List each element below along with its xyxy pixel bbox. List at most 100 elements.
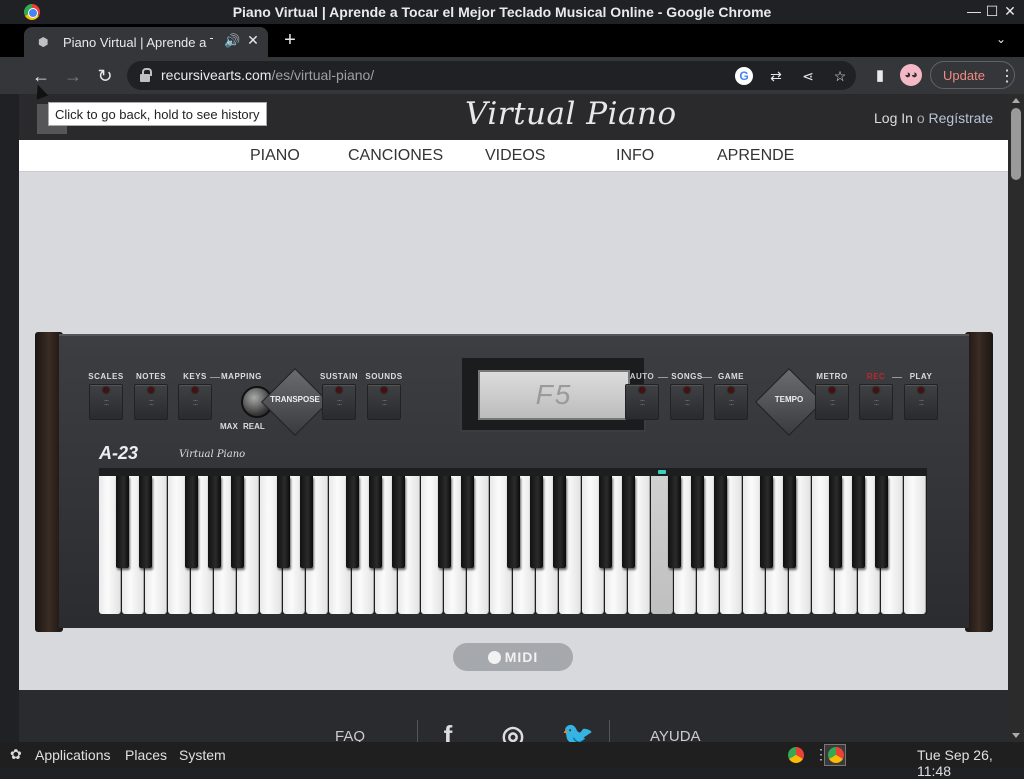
nav-info[interactable]: INFO bbox=[616, 147, 654, 165]
footer-divider bbox=[609, 720, 610, 742]
close-tab-icon[interactable]: ✕ bbox=[245, 32, 261, 50]
tab-strip: ⬢ Piano Virtual | Aprende a Tocar el Mej… bbox=[0, 24, 1024, 57]
songs-control: SONGS bbox=[668, 356, 706, 422]
note-display: F5 bbox=[478, 370, 630, 420]
active-key-marker bbox=[658, 470, 666, 474]
tab-search-icon[interactable]: ⌄ bbox=[992, 32, 1010, 48]
piano-right-end bbox=[965, 332, 993, 632]
sounds-control: SOUNDS bbox=[365, 356, 403, 422]
black-key-c-sharp[interactable] bbox=[599, 476, 612, 568]
songs-led bbox=[684, 387, 690, 393]
translate-icon[interactable]: ⇄ bbox=[767, 67, 785, 85]
black-key-a-sharp[interactable] bbox=[392, 476, 405, 568]
share-icon[interactable]: ⋖ bbox=[799, 67, 817, 85]
black-key-c-sharp[interactable] bbox=[116, 476, 129, 568]
faq-link[interactable]: FAQ bbox=[335, 728, 365, 742]
black-key-d-sharp[interactable] bbox=[783, 476, 796, 568]
model-subtitle: Virtual Piano bbox=[179, 449, 246, 460]
close-window-button[interactable]: ✕ bbox=[1002, 3, 1018, 19]
chrome-menu-icon[interactable]: ⋮ bbox=[999, 66, 1015, 86]
twitter-icon[interactable]: 🐦 bbox=[560, 720, 596, 742]
site-brand-title[interactable]: Virtual Piano bbox=[465, 96, 677, 132]
forward-button[interactable]: → bbox=[62, 65, 84, 87]
midi-button[interactable]: MIDI bbox=[453, 643, 573, 671]
black-key-a-sharp[interactable] bbox=[231, 476, 244, 568]
update-button[interactable]: Update ⋮ bbox=[930, 61, 1015, 89]
applications-menu[interactable]: Applications bbox=[35, 747, 111, 763]
maximize-button[interactable]: ☐ bbox=[984, 3, 1000, 19]
clock[interactable]: Tue Sep 26, 11:48 bbox=[917, 747, 1024, 779]
scroll-up-icon[interactable] bbox=[1012, 98, 1020, 103]
facebook-icon[interactable]: f bbox=[430, 720, 466, 742]
minimize-button[interactable]: — bbox=[966, 3, 982, 19]
or-text: o bbox=[916, 110, 925, 126]
metro-led bbox=[829, 387, 835, 393]
black-key-f-sharp[interactable] bbox=[185, 476, 198, 568]
reload-button[interactable]: ↻ bbox=[94, 65, 116, 87]
nav-canciones[interactable]: CANCIONES bbox=[348, 147, 443, 165]
help-link[interactable]: AYUDA bbox=[650, 728, 701, 742]
nav-videos[interactable]: VIDEOS bbox=[485, 147, 545, 165]
black-key-g-sharp[interactable] bbox=[691, 476, 704, 568]
black-key-d-sharp[interactable] bbox=[622, 476, 635, 568]
sounds-label: SOUNDS bbox=[365, 372, 403, 381]
back-button-tooltip: Click to go back, hold to see history bbox=[48, 102, 267, 126]
black-key-c-sharp[interactable] bbox=[760, 476, 773, 568]
nav-piano[interactable]: PIANO bbox=[250, 147, 300, 165]
rec-led bbox=[873, 387, 879, 393]
black-key-g-sharp[interactable] bbox=[208, 476, 221, 568]
chrome-window-icon bbox=[828, 747, 844, 763]
black-key-c-sharp[interactable] bbox=[438, 476, 451, 568]
black-key-d-sharp[interactable] bbox=[461, 476, 474, 568]
black-key-f-sharp[interactable] bbox=[507, 476, 520, 568]
nav-aprende[interactable]: APRENDE bbox=[717, 147, 794, 165]
audio-playing-icon[interactable]: 🔊 bbox=[224, 33, 240, 49]
side-panel-icon[interactable]: ▮ bbox=[870, 66, 890, 86]
lock-icon[interactable] bbox=[140, 68, 152, 82]
black-key-g-sharp[interactable] bbox=[852, 476, 865, 568]
scales-control: SCALES bbox=[87, 356, 125, 422]
black-key-d-sharp[interactable] bbox=[139, 476, 152, 568]
login-link[interactable]: Log In bbox=[874, 110, 913, 126]
black-key-g-sharp[interactable] bbox=[369, 476, 382, 568]
black-key-c-sharp[interactable] bbox=[277, 476, 290, 568]
black-key-f-sharp[interactable] bbox=[668, 476, 681, 568]
profile-avatar[interactable]: ◕◕ bbox=[900, 64, 922, 86]
black-key-f-sharp[interactable] bbox=[829, 476, 842, 568]
places-menu[interactable]: Places bbox=[125, 747, 167, 763]
new-tab-button[interactable]: + bbox=[280, 30, 300, 50]
site-footer: FAQ f ◎ 🐦 AYUDA bbox=[19, 690, 1008, 742]
transpose-label: TRANSPOSE bbox=[270, 395, 320, 404]
instagram-icon[interactable]: ◎ bbox=[495, 720, 531, 742]
page-scrollbar[interactable] bbox=[1008, 94, 1024, 742]
scrollbar-thumb[interactable] bbox=[1011, 108, 1021, 180]
game-label: GAME bbox=[718, 372, 744, 381]
note-display-frame: F5 bbox=[460, 356, 646, 432]
tab-virtual-piano[interactable]: ⬢ Piano Virtual | Aprende a Tocar el Mej… bbox=[24, 27, 268, 57]
google-lens-icon[interactable]: G bbox=[735, 67, 753, 85]
white-key-c[interactable] bbox=[904, 476, 926, 614]
black-key-d-sharp[interactable] bbox=[300, 476, 313, 568]
midi-icon bbox=[487, 651, 501, 664]
system-menu[interactable]: System bbox=[179, 747, 226, 763]
chrome-window-button[interactable] bbox=[824, 744, 846, 766]
play-led bbox=[918, 387, 924, 393]
cube-favicon-icon: ⬢ bbox=[38, 35, 49, 49]
black-key-a-sharp[interactable] bbox=[714, 476, 727, 568]
game-led bbox=[728, 387, 734, 393]
tempo-label: TEMPO bbox=[774, 395, 804, 404]
black-key-g-sharp[interactable] bbox=[530, 476, 543, 568]
window-title: Piano Virtual | Aprende a Tocar el Mejor… bbox=[232, 4, 772, 20]
page-viewport: ARTS Virtual Piano Log In o Regístrate P… bbox=[19, 94, 1008, 742]
black-key-a-sharp[interactable] bbox=[875, 476, 888, 568]
black-key-f-sharp[interactable] bbox=[346, 476, 359, 568]
chrome-tray-icon[interactable] bbox=[788, 747, 804, 763]
black-key-a-sharp[interactable] bbox=[553, 476, 566, 568]
address-bar[interactable]: recursivearts.com/es/virtual-piano/ G ⇄ … bbox=[127, 61, 856, 90]
tab-label: Piano Virtual | Aprende a Tocar el Mejor… bbox=[63, 35, 213, 50]
url-text[interactable]: recursivearts.com/es/virtual-piano/ bbox=[161, 67, 374, 83]
bookmark-star-icon[interactable]: ☆ bbox=[831, 67, 849, 85]
register-link[interactable]: Regístrate bbox=[929, 110, 994, 126]
gnome-foot-icon[interactable]: ✿ bbox=[10, 746, 26, 764]
scroll-down-icon[interactable] bbox=[1012, 733, 1020, 738]
